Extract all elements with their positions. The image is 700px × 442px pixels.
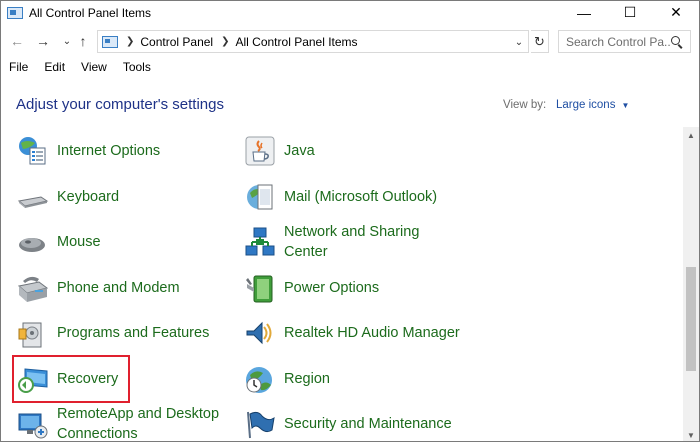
scroll-thumb[interactable] (686, 267, 696, 371)
item-power-options[interactable]: Power Options (244, 268, 379, 308)
item-label: Mouse (57, 234, 101, 250)
item-label-line1: Network and Sharing (284, 224, 420, 240)
item-keyboard[interactable]: Keyboard (17, 177, 119, 217)
item-mail-microsoft-outlook[interactable]: Mail (Microsoft Outlook) (244, 177, 437, 217)
breadcrumb-control-panel[interactable]: Control Panel (140, 35, 213, 49)
item-label: Network and Sharing Center (284, 222, 419, 262)
address-dropdown-button[interactable]: ⌄ (512, 34, 526, 50)
item-label: Mail (Microsoft Outlook) (284, 189, 438, 205)
mail-icon (244, 181, 276, 213)
menu-view[interactable]: View (73, 58, 115, 76)
menu-tools[interactable]: Tools (115, 58, 159, 76)
network-icon (244, 226, 276, 258)
window-title: All Control Panel Items (29, 5, 152, 20)
chevron-right-icon: ❯ (126, 36, 135, 47)
item-region[interactable]: Region (244, 359, 330, 399)
menu-bar: File Edit View Tools (1, 58, 159, 76)
item-label: Security and Maintenance (284, 416, 452, 432)
close-button[interactable]: ✕ (653, 1, 699, 24)
minimize-button[interactable]: — (561, 1, 607, 24)
scroll-down-arrow-icon[interactable]: ▼ (683, 427, 699, 441)
maximize-button[interactable]: ☐ (607, 1, 653, 24)
breadcrumb-all-items[interactable]: All Control Panel Items (236, 35, 358, 49)
recovery-highlight-box (12, 355, 130, 403)
control-panel-window: All Control Panel Items — ☐ ✕ ← → ⌄ ↑ ❯ … (0, 0, 700, 442)
menu-edit[interactable]: Edit (36, 58, 73, 76)
remoteapp-icon (17, 408, 49, 440)
mouse-icon (17, 226, 49, 258)
item-label: RemoteApp and Desktop Connections (57, 404, 220, 442)
phone-modem-icon (17, 272, 49, 304)
item-label: Programs and Features (57, 325, 210, 341)
forward-button[interactable]: → (35, 31, 51, 51)
title-bar: All Control Panel Items — ☐ ✕ (1, 1, 699, 24)
item-internet-options[interactable]: Internet Options (17, 131, 160, 171)
navigation-bar: ← → ⌄ ↑ ❯ Control Panel ❯ All Control Pa… (1, 28, 699, 54)
security-flag-icon (244, 408, 276, 440)
programs-features-icon (17, 317, 49, 349)
item-phone-and-modem[interactable]: Phone and Modem (17, 268, 180, 308)
item-label: Realtek HD Audio Manager (284, 325, 460, 341)
control-panel-icon (102, 35, 118, 48)
page-title: Adjust your computer's settings (16, 96, 224, 113)
item-label: Internet Options (57, 143, 161, 159)
realtek-audio-icon (244, 317, 276, 349)
window-controls: — ☐ ✕ (561, 1, 699, 24)
item-remoteapp-and-desktop-connections[interactable]: RemoteApp and Desktop Connections (17, 404, 220, 442)
scroll-up-arrow-icon[interactable]: ▲ (683, 127, 699, 143)
item-java[interactable]: Java (244, 131, 315, 171)
item-label: Java (284, 143, 315, 159)
up-button[interactable]: ↑ (75, 31, 91, 51)
region-icon (244, 363, 276, 395)
item-label: Keyboard (57, 189, 120, 205)
item-label: Region (284, 371, 330, 387)
search-input[interactable] (566, 34, 670, 49)
item-label: Power Options (284, 280, 380, 296)
search-box[interactable] (558, 30, 691, 53)
keyboard-icon (17, 181, 49, 213)
item-label-line1: RemoteApp and Desktop (57, 406, 220, 422)
view-by-dropdown[interactable]: Large icons ▼ (556, 99, 629, 111)
item-label: Phone and Modem (57, 280, 180, 296)
item-label-line2: Connections (57, 426, 138, 442)
internet-options-icon (17, 135, 49, 167)
item-realtek-hd-audio-manager[interactable]: Realtek HD Audio Manager (244, 313, 460, 353)
chevron-right-icon: ❯ (221, 36, 230, 47)
item-label-line2: Center (284, 244, 328, 260)
item-network-and-sharing-center[interactable]: Network and Sharing Center (244, 222, 419, 262)
item-security-and-maintenance[interactable]: Security and Maintenance (244, 404, 452, 441)
caret-down-icon: ▼ (621, 100, 630, 110)
address-bar[interactable]: ❯ Control Panel ❯ All Control Panel Item… (97, 30, 529, 53)
view-by-label: View by: (503, 99, 547, 111)
menu-file[interactable]: File (1, 58, 36, 76)
recent-locations-button[interactable]: ⌄ (59, 31, 75, 51)
control-panel-icon (7, 6, 23, 19)
search-icon[interactable] (670, 35, 684, 49)
item-programs-and-features[interactable]: Programs and Features (17, 313, 209, 353)
item-mouse[interactable]: Mouse (17, 222, 101, 262)
java-icon (244, 135, 276, 167)
refresh-button[interactable]: ↻ (531, 30, 549, 53)
back-button[interactable]: ← (9, 31, 25, 51)
power-options-icon (244, 272, 276, 304)
view-by-value: Large icons (556, 99, 616, 111)
vertical-scrollbar[interactable]: ▲ ▼ (683, 127, 699, 441)
